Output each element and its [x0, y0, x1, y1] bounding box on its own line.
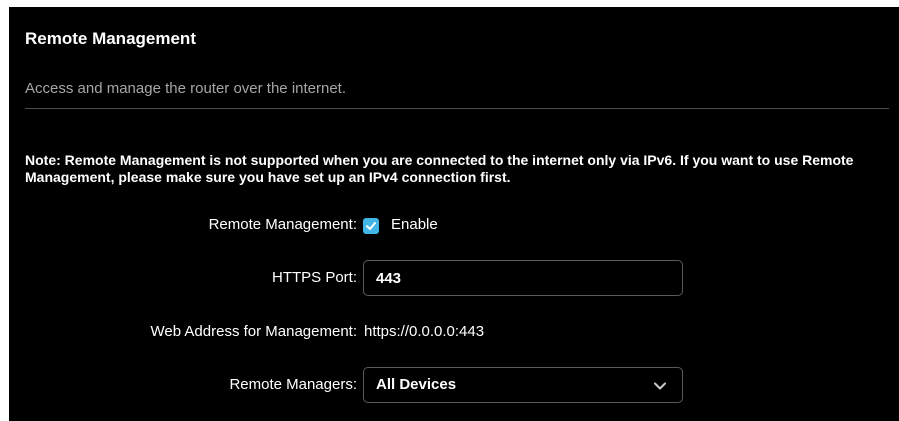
divider [25, 108, 889, 109]
remote-management-label: Remote Management: [208, 216, 357, 233]
remote-managers-label: Remote Managers: [229, 376, 357, 393]
ipv6-note: Note: Remote Management is not supported… [25, 152, 891, 186]
remote-management-panel: Remote Management Access and manage the … [9, 7, 899, 421]
section-subtitle: Access and manage the router over the in… [25, 80, 347, 97]
remote-managers-selected-value: All Devices [376, 376, 457, 393]
chevron-down-icon [654, 382, 666, 390]
https-port-label: HTTPS Port: [271, 269, 357, 286]
note-text: Remote Management is not supported when … [25, 152, 854, 185]
enable-label[interactable]: Enable [391, 216, 438, 233]
remote-managers-select[interactable]: All Devices [363, 367, 683, 403]
remote-management-enable-checkbox[interactable] [363, 218, 379, 234]
note-label: Note: [25, 152, 61, 168]
web-address-label: Web Address for Management: [150, 323, 358, 340]
checkmark-icon [366, 222, 376, 230]
web-address-value: https://0.0.0.0:443 [364, 323, 485, 340]
section-title: Remote Management [25, 29, 196, 48]
https-port-input[interactable] [363, 260, 683, 296]
